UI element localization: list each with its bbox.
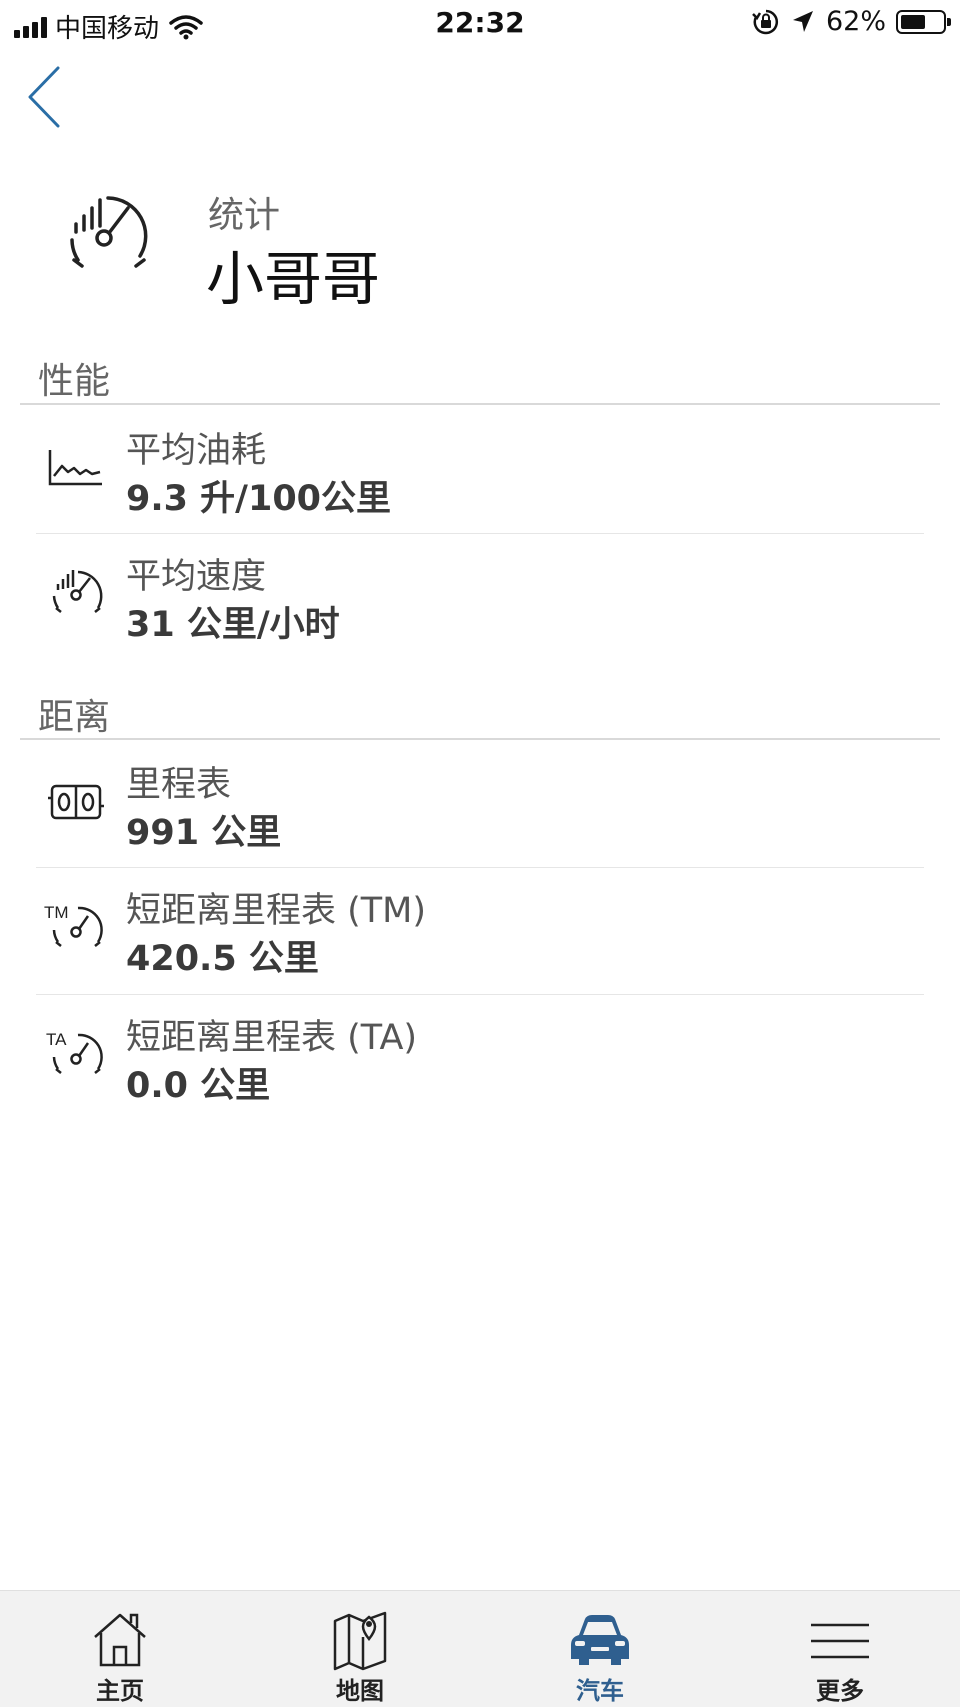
status-right: 62%: [752, 6, 951, 37]
stat-value: 420.5 公里: [126, 939, 319, 979]
trip-meter-ta-icon: TA: [46, 1030, 103, 1074]
status-bar: 中国移动 22:32 62%: [0, 0, 960, 48]
stat-label: 里程表: [126, 765, 232, 805]
page-subtitle: 统计: [208, 195, 281, 236]
battery-level-fill: [901, 14, 925, 29]
car-icon: [571, 1615, 629, 1665]
status-left: 中国移动: [14, 8, 203, 45]
location-arrow-icon: [792, 10, 813, 32]
menu-icon: [811, 1623, 869, 1659]
tab-map[interactable]: 地图: [240, 1591, 480, 1707]
tab-more[interactable]: 更多: [720, 1591, 960, 1707]
section-header-performance: 性能: [38, 361, 111, 402]
tab-label: 主页: [96, 1677, 144, 1705]
tab-bar: 主页 地图 汽车 更多: [0, 1590, 960, 1707]
stat-row-odometer[interactable]: 里程表 991 公里: [36, 742, 924, 868]
stat-row-trip-meter-tm[interactable]: TM 短距离里程表 (TM) 420.5 公里: [36, 868, 924, 994]
signal-strength-icon: [14, 16, 47, 38]
tab-car[interactable]: 汽车: [480, 1591, 720, 1707]
carrier-name: 中国移动: [55, 14, 160, 44]
svg-text:TM: TM: [44, 903, 69, 922]
stat-label: 平均油耗: [126, 431, 267, 471]
home-icon: [94, 1613, 146, 1667]
speedometer-icon: [52, 570, 103, 613]
page-title: 小哥哥: [206, 245, 381, 313]
odometer-icon: [48, 784, 104, 820]
tab-home[interactable]: 主页: [0, 1591, 240, 1707]
map-icon: [333, 1611, 387, 1671]
battery-icon: [896, 9, 951, 34]
tab-label: 地图: [336, 1677, 384, 1705]
stat-value: 9.3 升/100公里: [126, 479, 392, 519]
stat-row-trip-meter-ta[interactable]: TA 短距离里程表 (TA) 0.0 公里: [36, 995, 924, 1121]
tab-label: 更多: [816, 1677, 864, 1705]
chevron-left-icon: [28, 66, 60, 128]
stat-value: 31 公里/小时: [126, 605, 340, 645]
trip-meter-tm-icon: TM: [44, 903, 103, 947]
statistics-gauge-icon: [70, 196, 148, 268]
section-header-distance: 距离: [38, 697, 111, 738]
stat-row-average-fuel-consumption[interactable]: 平均油耗 9.3 升/100公里: [36, 408, 924, 534]
section-divider: [20, 403, 940, 405]
svg-text:TA: TA: [46, 1030, 67, 1049]
stat-label: 平均速度: [126, 557, 267, 597]
tab-label: 汽车: [576, 1677, 624, 1705]
status-time: 22:32: [435, 6, 525, 39]
orientation-lock-icon: [752, 9, 778, 34]
stat-label: 短距离里程表 (TA): [126, 1018, 418, 1058]
battery-percentage: 62%: [825, 6, 886, 37]
stat-value: 0.0 公里: [126, 1066, 271, 1106]
section-divider: [20, 738, 940, 740]
stat-label: 短距离里程表 (TM): [126, 891, 427, 931]
back-button[interactable]: [20, 62, 68, 132]
stat-row-average-speed[interactable]: 平均速度 31 公里/小时: [36, 534, 924, 660]
stat-value: 991 公里: [126, 813, 282, 853]
wifi-icon: [169, 14, 203, 39]
fuel-consumption-chart-icon: [48, 450, 102, 486]
